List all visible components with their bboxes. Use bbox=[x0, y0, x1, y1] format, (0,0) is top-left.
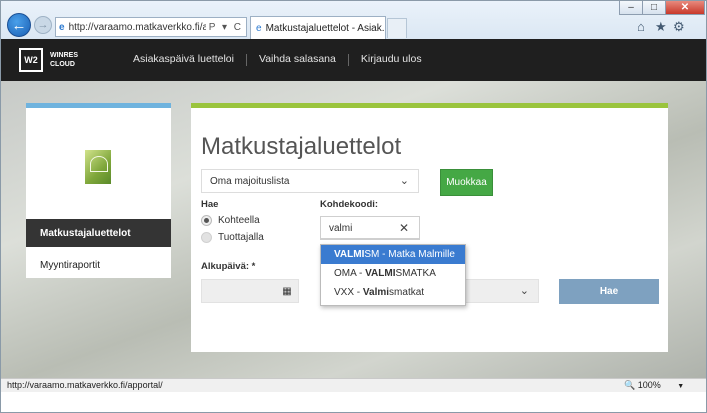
radio-by-destination-label: Kohteella bbox=[218, 215, 260, 226]
zoom-magnifier-icon: 🔍 bbox=[624, 380, 636, 390]
radio-by-destination[interactable]: Kohteella bbox=[201, 215, 260, 226]
logo-line-1: WINRES bbox=[50, 52, 78, 59]
menu-divider bbox=[245, 54, 247, 66]
radio-by-producer[interactable]: Tuottajalla bbox=[201, 232, 264, 243]
option-match: VALMI bbox=[365, 268, 396, 279]
chevron-down-icon: ⌄ bbox=[519, 285, 529, 297]
sidebar: Matkustajaluettelot Myyntiraportit bbox=[26, 103, 171, 278]
new-tab-button[interactable] bbox=[387, 18, 407, 38]
autocomplete-dropdown: VALMISM - Matka Malmille OMA - VALMISMAT… bbox=[320, 244, 466, 306]
winres-logo-icon[interactable]: W2 bbox=[19, 48, 43, 72]
favorites-star-icon[interactable]: ★ bbox=[655, 19, 667, 35]
zoom-level: 100% bbox=[637, 380, 661, 390]
browser-tab[interactable]: e Matkustajaluettelot - Asiak... ✕ bbox=[250, 16, 386, 39]
sidebar-item-passenger-lists[interactable]: Matkustajaluettelot bbox=[26, 219, 171, 247]
zoom-dropdown-icon[interactable]: ▼ bbox=[677, 383, 684, 390]
start-date-input[interactable]: ▦ bbox=[201, 279, 299, 303]
status-bar: http://varaamo.matkaverkko.fi/apportal/ … bbox=[1, 378, 706, 392]
sidebar-item-sales-reports[interactable]: Myyntiraportit bbox=[26, 254, 171, 278]
back-arrow-icon[interactable]: ← bbox=[7, 13, 31, 37]
option-rest: smatkat bbox=[389, 287, 425, 298]
search-by-label: Hae bbox=[201, 199, 219, 210]
option-prefix: OMA - bbox=[334, 268, 366, 279]
radio-unselected-icon[interactable] bbox=[201, 232, 212, 243]
menu-item-change-password[interactable]: Vaihda salasana bbox=[259, 53, 336, 66]
close-window-button[interactable]: ✕ bbox=[665, 1, 705, 15]
ie-tab-icon: e bbox=[256, 22, 262, 34]
page-background: Matkustajaluettelot Myyntiraportit Matku… bbox=[1, 81, 706, 378]
menu-item-logout[interactable]: Kirjaudu ulos bbox=[361, 53, 422, 66]
list-select-value: Oma majoituslista bbox=[210, 176, 290, 187]
logo-line-2: CLOUD bbox=[50, 61, 75, 68]
option-prefix: VXX - bbox=[334, 287, 363, 298]
home-icon[interactable]: ⌂ bbox=[637, 19, 645, 34]
logo-text: WINRES CLOUD bbox=[50, 51, 78, 69]
address-bar[interactable]: e http://varaamo.matkaverkko.fi/apport P… bbox=[55, 17, 247, 37]
maximize-button[interactable]: □ bbox=[642, 1, 666, 15]
company-logo-icon bbox=[85, 150, 111, 184]
destination-code-label: Kohdekoodi: bbox=[320, 199, 379, 210]
forward-arrow-icon[interactable]: → bbox=[34, 16, 52, 34]
autocomplete-option[interactable]: VXX - Valmismatkat bbox=[321, 283, 465, 302]
destination-code-value: valmi bbox=[329, 223, 353, 234]
radio-selected-icon[interactable] bbox=[201, 215, 212, 226]
radio-by-producer-label: Tuottajalla bbox=[218, 232, 264, 243]
main-panel: Matkustajaluettelot Oma majoituslista ⌄ … bbox=[191, 103, 668, 352]
top-menu: Asiakaspäivä luetteloi Vaihda salasana K… bbox=[133, 53, 422, 66]
list-select[interactable]: Oma majoituslista ⌄ bbox=[201, 169, 419, 193]
browser-toolbar: ← → e http://varaamo.matkaverkko.fi/appo… bbox=[1, 1, 706, 39]
option-rest: SMATKA bbox=[395, 268, 436, 279]
address-tools-icon[interactable]: P ▾ C bbox=[206, 22, 246, 33]
tab-title: Matkustajaluettelot - Asiak... bbox=[265, 22, 386, 34]
autocomplete-option[interactable]: OMA - VALMISMATKA bbox=[321, 264, 465, 283]
search-button[interactable]: Hae bbox=[559, 279, 659, 304]
edit-button[interactable]: Muokkaa bbox=[440, 169, 493, 196]
minimize-button[interactable]: – bbox=[619, 1, 643, 15]
clear-icon[interactable]: ✕ bbox=[399, 221, 409, 235]
menu-divider bbox=[347, 54, 349, 66]
menu-item-customer-day-list[interactable]: Asiakaspäivä luetteloi bbox=[133, 53, 234, 66]
zoom-control[interactable]: 🔍 100% ▼ bbox=[624, 380, 684, 391]
calendar-icon[interactable]: ▦ bbox=[276, 280, 298, 302]
window-bottom-edge bbox=[1, 392, 706, 412]
destination-code-input[interactable]: valmi ✕ bbox=[320, 216, 420, 240]
option-match: Valmi bbox=[362, 287, 390, 298]
site-header: W2 WINRES CLOUD Asiakaspäivä luetteloi V… bbox=[1, 39, 706, 81]
browser-window: ← → e http://varaamo.matkaverkko.fi/appo… bbox=[0, 0, 707, 413]
chevron-down-icon: ⌄ bbox=[399, 175, 409, 187]
status-url: http://varaamo.matkaverkko.fi/apportal/ bbox=[7, 380, 163, 390]
secondary-select[interactable]: ⌄ bbox=[463, 279, 539, 303]
ie-icon: e bbox=[59, 21, 65, 33]
autocomplete-option[interactable]: VALMISM - Matka Malmille bbox=[321, 245, 465, 264]
settings-gear-icon[interactable]: ⚙ bbox=[673, 19, 685, 35]
page-title: Matkustajaluettelot bbox=[201, 133, 402, 160]
option-rest: SM - Matka Malmille bbox=[364, 249, 455, 260]
option-match: VALMI bbox=[334, 249, 365, 260]
start-date-label: Alkupäivä: * bbox=[201, 261, 256, 272]
address-url: http://varaamo.matkaverkko.fi/apport bbox=[68, 21, 206, 33]
